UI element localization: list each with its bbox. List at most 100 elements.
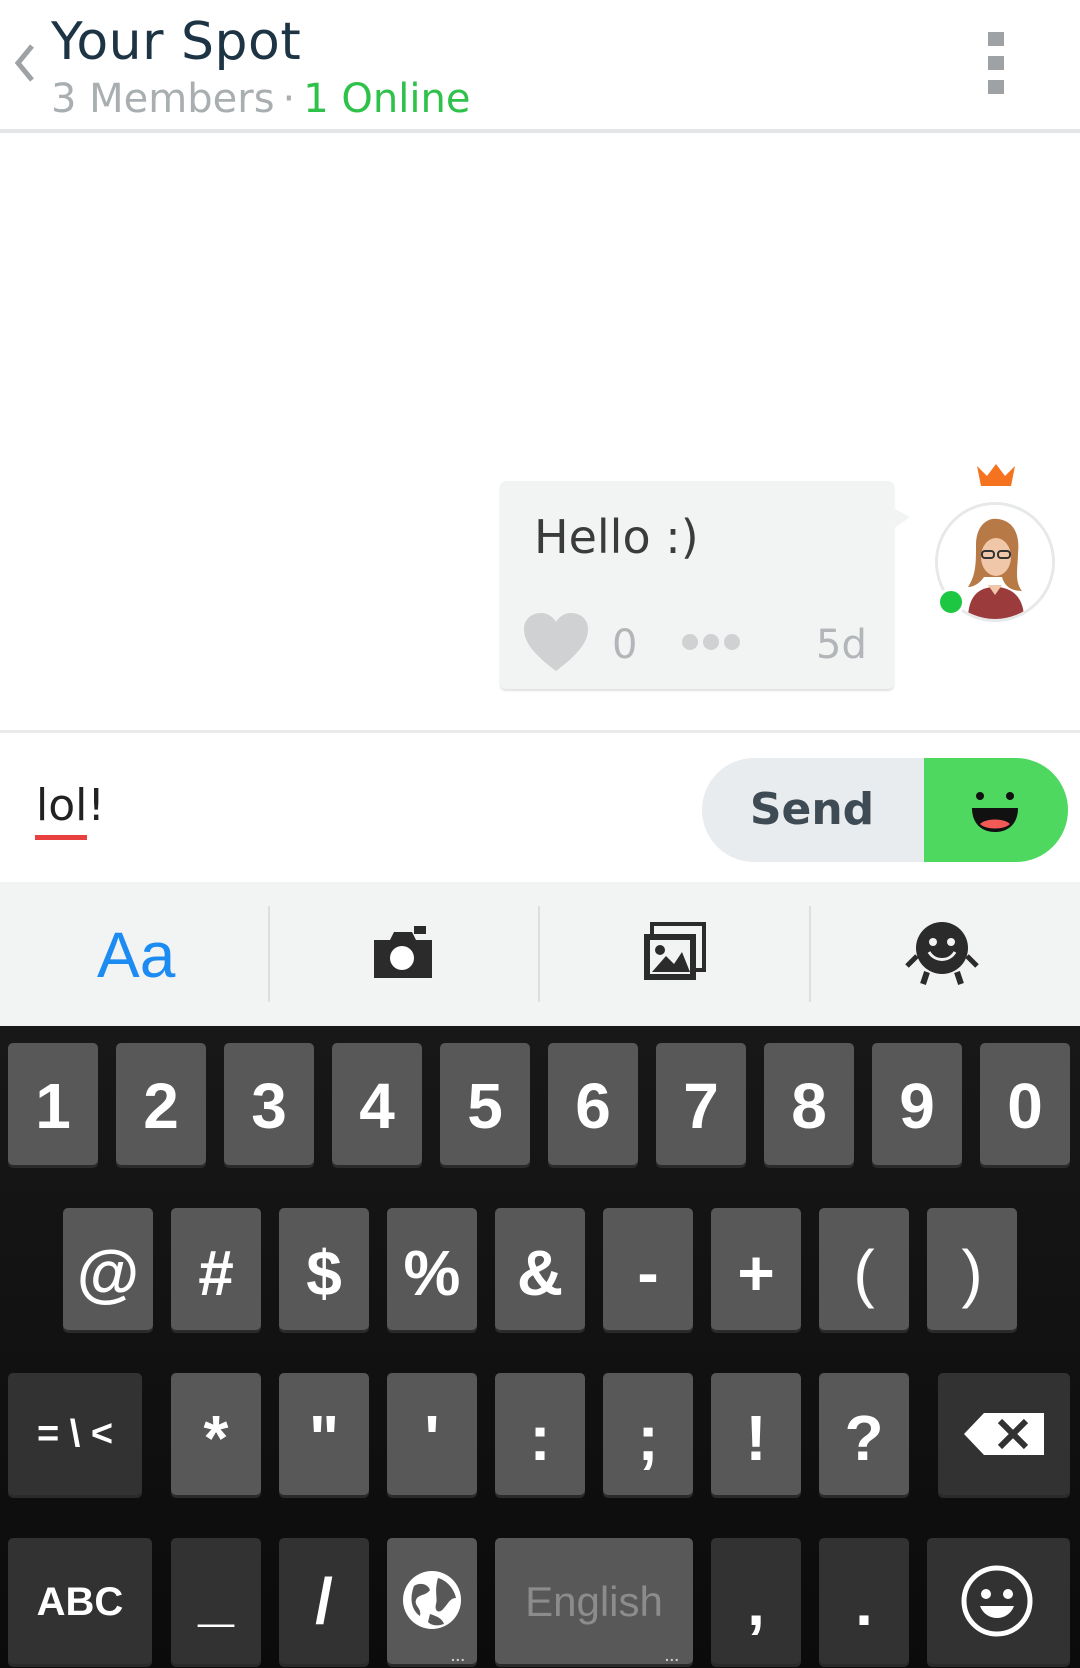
member-count: 3 Members (51, 76, 275, 122)
key-label: / (315, 1565, 333, 1637)
key-label: . (855, 1567, 873, 1639)
key-label: ( (853, 1237, 875, 1309)
key-label: = \ < (36, 1413, 114, 1455)
key-asterisk[interactable]: * (171, 1373, 261, 1495)
key-semicolon[interactable]: ; (603, 1373, 693, 1495)
key-minus[interactable]: - (603, 1208, 693, 1330)
key-open-paren[interactable]: ( (819, 1208, 909, 1330)
key-label: 5 (467, 1070, 503, 1142)
toolbar-divider (809, 906, 811, 1002)
key-colon[interactable]: : (495, 1373, 585, 1495)
key-plus[interactable]: + (711, 1208, 801, 1330)
key-dollar[interactable]: $ (279, 1208, 369, 1330)
chat-screen: { "header": { "title": "Your Spot", "mem… (0, 0, 1080, 1668)
key-label: ' (424, 1402, 440, 1474)
key-label: 0 (1007, 1070, 1043, 1142)
space-key-language: English (525, 1578, 663, 1625)
message-text: Hello :) (534, 510, 699, 564)
key-comma[interactable]: , (711, 1538, 801, 1664)
key-label: + (737, 1237, 775, 1309)
key-9[interactable]: 9 (872, 1043, 962, 1165)
key-label: @ (76, 1237, 140, 1309)
message-timestamp: 5d (816, 622, 867, 668)
key-label: , (747, 1567, 765, 1639)
more-options-icon[interactable] (680, 630, 742, 654)
online-status-dot (937, 588, 965, 616)
key-label: _ (198, 1561, 234, 1633)
backspace-key[interactable] (938, 1373, 1070, 1495)
key-label: & (516, 1237, 564, 1309)
key-percent[interactable]: % (387, 1208, 477, 1330)
emoji-key[interactable] (927, 1538, 1070, 1664)
chevron-left-icon[interactable] (10, 38, 40, 88)
key-label: 2 (143, 1070, 179, 1142)
toolbar-divider (268, 906, 270, 1002)
key-0[interactable]: 0 (980, 1043, 1070, 1165)
key-label: 3 (251, 1070, 287, 1142)
key-label: 9 (899, 1070, 935, 1142)
abc-key[interactable]: ABC (8, 1538, 152, 1664)
key-label: * (203, 1402, 229, 1474)
chat-header: Your Spot 3 Members · 1 Online (0, 0, 1080, 133)
crown-icon (977, 464, 1015, 486)
emoji-icon (961, 1565, 1033, 1637)
key-label: ) (961, 1237, 983, 1309)
chat-title: Your Spot (51, 12, 302, 72)
key-ampersand[interactable]: & (495, 1208, 585, 1330)
separator-dot: · (282, 76, 296, 122)
sticker-face-icon[interactable] (924, 758, 1068, 862)
key-label: 4 (359, 1070, 395, 1142)
online-count: 1 Online (303, 76, 471, 122)
key-7[interactable]: 7 (656, 1043, 746, 1165)
key-label: : (529, 1402, 551, 1474)
text-format-icon[interactable]: Aa (97, 918, 175, 992)
key-slash[interactable]: / (279, 1538, 369, 1664)
key-6[interactable]: 6 (548, 1043, 638, 1165)
camera-icon[interactable] (372, 924, 434, 982)
key-label: 1 (35, 1070, 71, 1142)
key-3[interactable]: 3 (224, 1043, 314, 1165)
key-more-symbols[interactable]: = \ < (8, 1373, 142, 1495)
sticker-icon[interactable] (905, 916, 979, 986)
overflow-menu-icon[interactable] (980, 30, 1012, 96)
key-hash[interactable]: # (171, 1208, 261, 1330)
heart-icon[interactable] (522, 611, 590, 673)
key-label: ? (844, 1402, 884, 1474)
backspace-icon (964, 1413, 1044, 1455)
chat-subtitle: 3 Members · 1 Online (51, 76, 470, 122)
key-label: 8 (791, 1070, 827, 1142)
toolbar-divider (538, 906, 540, 1002)
spellcheck-underline (35, 835, 87, 840)
key-apostrophe[interactable]: ' (387, 1373, 477, 1495)
key-label: ABC (36, 1580, 124, 1624)
key-label: " (308, 1402, 340, 1474)
key-label: # (198, 1237, 234, 1309)
space-key[interactable]: English ... (495, 1538, 693, 1664)
key-double-quote[interactable]: " (279, 1373, 369, 1495)
key-close-paren[interactable]: ) (927, 1208, 1017, 1330)
key-label: 7 (683, 1070, 719, 1142)
key-label: 6 (575, 1070, 611, 1142)
key-exclamation[interactable]: ! (711, 1373, 801, 1495)
key-at[interactable]: @ (63, 1208, 153, 1330)
key-question[interactable]: ? (819, 1373, 909, 1495)
bubble-tail (888, 505, 910, 533)
key-underscore[interactable]: _ (171, 1538, 261, 1664)
globe-icon (403, 1571, 461, 1629)
key-2[interactable]: 2 (116, 1043, 206, 1165)
gallery-icon[interactable] (642, 922, 706, 982)
key-period[interactable]: . (819, 1538, 909, 1664)
key-1[interactable]: 1 (8, 1043, 98, 1165)
key-5[interactable]: 5 (440, 1043, 530, 1165)
language-key[interactable]: ... (387, 1538, 477, 1664)
key-label: ! (745, 1402, 767, 1474)
send-button[interactable]: Send (702, 758, 1068, 862)
key-8[interactable]: 8 (764, 1043, 854, 1165)
message-input[interactable]: lol! (36, 780, 105, 831)
key-label: - (637, 1237, 659, 1309)
key-label: $ (306, 1237, 342, 1309)
like-count: 0 (612, 622, 638, 668)
key-4[interactable]: 4 (332, 1043, 422, 1165)
key-label: % (403, 1237, 461, 1309)
send-label: Send (749, 784, 875, 835)
